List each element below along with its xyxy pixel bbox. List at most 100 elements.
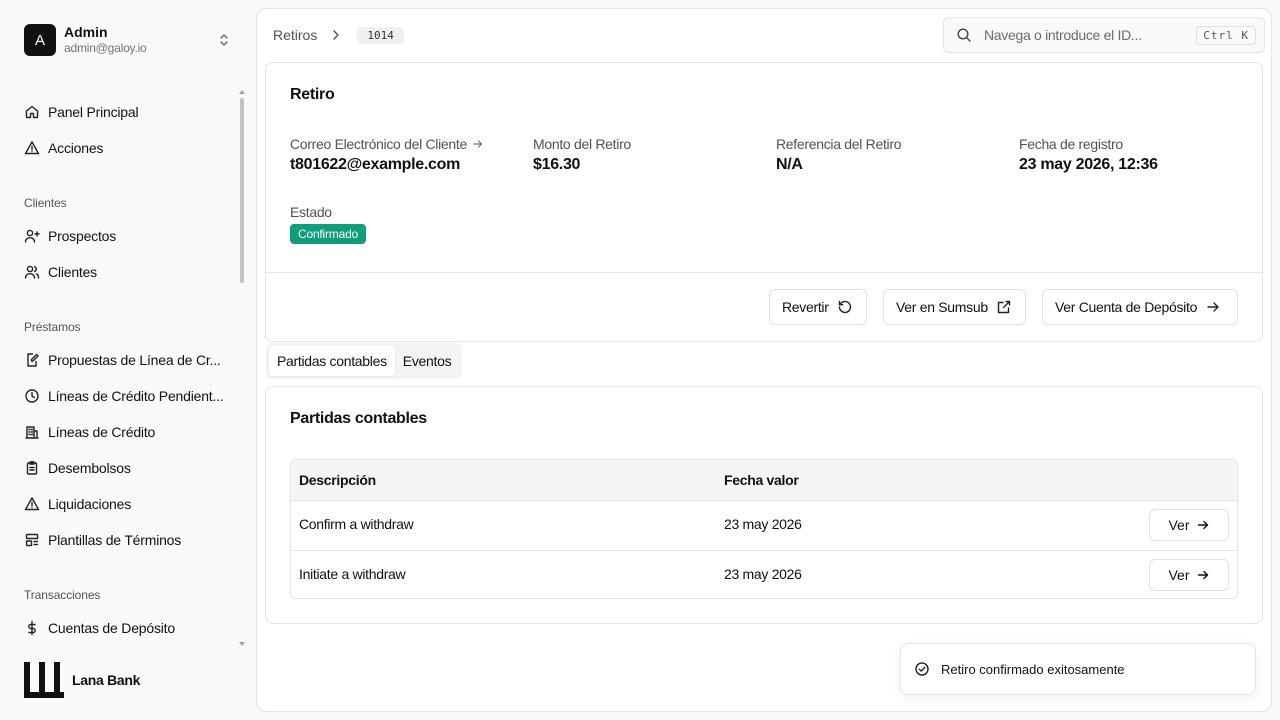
field-label: Referencia del Retiro	[776, 136, 902, 152]
field-label: Estado	[290, 204, 332, 220]
sidebar-item-lineas-pendientes[interactable]: Líneas de Crédito Pendient...	[24, 384, 224, 408]
sidebar-item-lineas-credito[interactable]: Líneas de Crédito	[24, 420, 224, 444]
field-amount: Monto del Retiro $16.30	[533, 136, 631, 174]
sidebar-item-label: Cuentas de Depósito	[48, 620, 175, 636]
rotate-ccw-icon	[837, 299, 853, 315]
lana-bank-logo-icon	[24, 662, 64, 698]
button-label: Ver Cuenta de Depósito	[1055, 299, 1198, 315]
users-icon	[24, 264, 40, 280]
sidebar-item-plantillas[interactable]: Plantillas de Términos	[24, 528, 224, 552]
ledger-table: Descripción Fecha valor Confirm a withdr…	[290, 459, 1238, 599]
field-label: Fecha de registro	[1019, 136, 1123, 152]
revert-button[interactable]: Revertir	[769, 289, 867, 325]
brand[interactable]: Lana Bank	[24, 662, 140, 698]
sidebar-item-label: Desembolsos	[48, 460, 131, 476]
sidebar-scrollbar[interactable]	[238, 88, 246, 648]
warning-icon	[24, 140, 40, 156]
tab-partidas-contables[interactable]: Partidas contables	[269, 346, 395, 376]
view-entry-button[interactable]: Ver	[1149, 509, 1229, 541]
status-badge: Confirmado	[290, 224, 367, 244]
sidebar-item-panel-principal[interactable]: Panel Principal	[24, 100, 224, 124]
external-link-icon	[996, 299, 1012, 315]
view-deposit-account-button[interactable]: Ver Cuenta de Depósito	[1042, 289, 1238, 325]
main-panel: Retiros 1014 Ctrl K Retiro Correo Electr…	[256, 8, 1272, 712]
cell-date: 23 may 2026	[724, 516, 802, 532]
sidebar-item-label: Líneas de Crédito Pendient...	[48, 388, 224, 404]
arrow-right-icon	[1205, 299, 1221, 315]
template-icon	[24, 532, 40, 548]
view-sumsub-button[interactable]: Ver en Sumsub	[883, 289, 1026, 325]
sidebar-item-propuestas[interactable]: Propuestas de Línea de Cr...	[24, 348, 224, 372]
search-bar[interactable]: Ctrl K	[943, 17, 1265, 53]
field-value: t801622@example.com	[290, 156, 461, 173]
user-info: Admin admin@galoy.io	[64, 24, 216, 56]
field-value: 23 may 2026, 12:36	[1019, 156, 1158, 173]
scroll-up-arrow[interactable]	[239, 90, 245, 94]
sidebar-item-label: Plantillas de Términos	[48, 532, 182, 548]
sidebar-nav: Panel Principal Acciones Clientes Prospe…	[0, 88, 248, 648]
button-label: Ver	[1168, 567, 1190, 583]
card-title: Partidas contables	[290, 410, 427, 427]
view-entry-button[interactable]: Ver	[1149, 559, 1229, 591]
sidebar-item-clientes[interactable]: Clientes	[24, 260, 224, 284]
search-icon	[956, 27, 972, 43]
nav-group-title: Clientes	[24, 196, 67, 210]
withdrawal-card: Retiro Correo Electrónico del Cliente t8…	[265, 62, 1263, 342]
user-plus-icon	[24, 228, 40, 244]
user-menu[interactable]: A Admin admin@galoy.io	[24, 24, 240, 56]
sidebar-item-prospectos[interactable]: Prospectos	[24, 224, 224, 248]
cell-date: 23 may 2026	[724, 566, 802, 582]
button-label: Revertir	[782, 299, 829, 315]
nav-group-title: Transacciones	[24, 588, 101, 602]
dollar-icon	[24, 620, 40, 636]
arrow-right-icon	[1196, 518, 1210, 532]
table-row: Initiate a withdraw 23 may 2026 Ver	[291, 550, 1237, 598]
table-row: Confirm a withdraw 23 may 2026 Ver	[291, 501, 1237, 550]
sidebar-item-desembolsos[interactable]: Desembolsos	[24, 456, 224, 480]
sidebar-item-label: Clientes	[48, 264, 97, 280]
home-icon	[24, 104, 40, 120]
button-label: Ver	[1168, 517, 1190, 533]
sidebar-item-label: Propuestas de Línea de Cr...	[48, 352, 221, 368]
field-value: $16.30	[533, 156, 581, 173]
sidebar-item-label: Panel Principal	[48, 104, 139, 120]
field-label: Correo Electrónico del Cliente	[290, 136, 467, 152]
scroll-down-arrow[interactable]	[239, 642, 245, 646]
column-header-value-date: Fecha valor	[724, 472, 799, 488]
building-icon	[24, 424, 40, 440]
sidebar-item-liquidaciones[interactable]: Liquidaciones	[24, 492, 224, 516]
toast-message: Retiro confirmado exitosamente	[941, 661, 1125, 677]
ledger-entries-card: Partidas contables Descripción Fecha val…	[265, 386, 1263, 624]
breadcrumb-id: 1014	[357, 26, 404, 44]
warning-icon	[24, 496, 40, 512]
cell-description: Confirm a withdraw	[299, 516, 414, 532]
chevron-right-icon	[329, 28, 343, 42]
field-value: N/A	[776, 156, 803, 173]
nav-group-title: Préstamos	[24, 320, 81, 334]
email-label-link[interactable]: Correo Electrónico del Cliente	[290, 136, 483, 152]
field-date: Fecha de registro 23 may 2026, 12:36	[1019, 136, 1158, 174]
field-status: Estado Confirmado	[290, 204, 367, 244]
sidebar-item-label: Liquidaciones	[48, 496, 132, 512]
sidebar-item-label: Acciones	[48, 140, 104, 156]
arrow-right-icon	[1196, 568, 1210, 582]
sidebar-item-cuentas-deposito[interactable]: Cuentas de Depósito	[24, 616, 224, 640]
chevrons-up-down-icon	[216, 32, 232, 48]
scrollbar-thumb[interactable]	[240, 98, 244, 283]
field-label: Monto del Retiro	[533, 136, 631, 152]
clock-icon	[24, 388, 40, 404]
file-edit-icon	[24, 352, 40, 368]
sidebar-item-acciones[interactable]: Acciones	[24, 136, 224, 160]
field-reference: Referencia del Retiro N/A	[776, 136, 902, 174]
sidebar: A Admin admin@galoy.io Panel Principal A…	[0, 0, 256, 720]
divider	[266, 272, 1262, 273]
brand-name: Lana Bank	[72, 672, 141, 688]
table-header: Descripción Fecha valor	[291, 460, 1237, 501]
tab-eventos[interactable]: Eventos	[395, 346, 460, 376]
user-name: Admin	[64, 24, 108, 40]
search-input[interactable]	[984, 27, 1184, 43]
breadcrumb-retiros[interactable]: Retiros	[273, 27, 317, 43]
toast-notification: Retiro confirmado exitosamente	[900, 643, 1256, 695]
button-label: Ver en Sumsub	[896, 299, 988, 315]
cell-description: Initiate a withdraw	[299, 566, 406, 582]
